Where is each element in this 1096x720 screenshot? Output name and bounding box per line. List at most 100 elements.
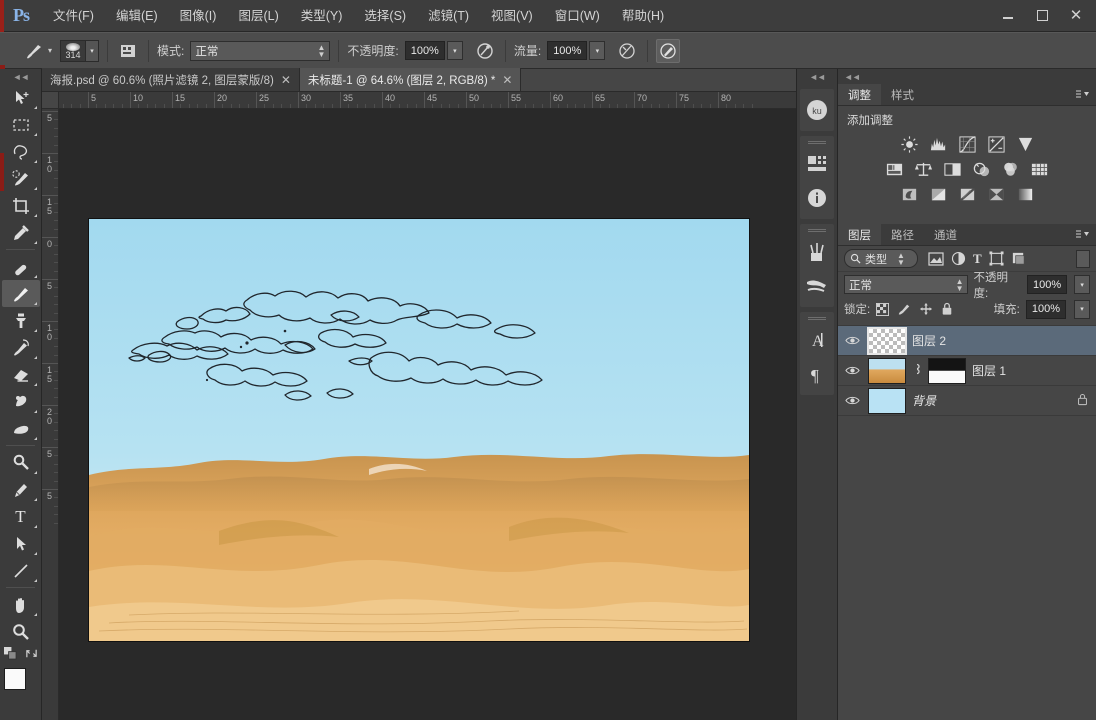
airbrush-icon[interactable] [615, 39, 639, 63]
brush-size-chevron-icon[interactable]: ▾ [86, 39, 100, 62]
artboard[interactable] [89, 219, 749, 641]
tab-adjustments[interactable]: 调整 [838, 84, 881, 105]
opacity-pressure-icon[interactable] [473, 39, 497, 63]
menu-layer[interactable]: 图层(L) [227, 0, 289, 32]
tool-path-selection[interactable] [2, 530, 40, 557]
document-tab-poster[interactable]: 海报.psd @ 60.6% (照片滤镜 2, 图层蒙版/8) ✕ [42, 68, 300, 91]
tool-move[interactable] [2, 84, 40, 111]
layer-mask-thumbnail[interactable] [928, 357, 966, 384]
color-balance-icon[interactable] [911, 158, 937, 180]
posterize-icon[interactable] [925, 183, 951, 205]
filter-shape-icon[interactable] [989, 251, 1004, 266]
lock-all-icon[interactable] [941, 302, 953, 316]
tool-presets-icon[interactable] [800, 270, 834, 302]
character-panel-icon[interactable]: A [800, 324, 834, 356]
info-icon[interactable] [800, 182, 834, 214]
mini-bridge-icon[interactable] [800, 148, 834, 180]
horizontal-ruler[interactable]: 05101520253035404550556065707580 [42, 92, 796, 109]
menu-view[interactable]: 视图(V) [480, 0, 544, 32]
menu-help[interactable]: 帮助(H) [611, 0, 675, 32]
menu-file[interactable]: 文件(F) [42, 0, 105, 32]
opacity-input[interactable]: 100% [404, 41, 445, 60]
tool-type[interactable]: T [2, 503, 40, 530]
layer-mask-link-icon[interactable] [912, 362, 922, 379]
tool-eraser[interactable] [2, 361, 40, 388]
menu-filter[interactable]: 滤镜(T) [417, 0, 480, 32]
layer-thumbnail[interactable] [867, 326, 907, 355]
layer-row-1[interactable]: 图层 1 [838, 356, 1096, 386]
vertical-ruler[interactable]: 5 10 15 0 5 10 15 20 5 5 [42, 109, 59, 720]
right-dock-collapse-bar[interactable]: ◄◄ [838, 69, 1096, 84]
tablet-pressure-size-icon[interactable] [656, 38, 681, 63]
filter-pixel-icon[interactable] [928, 251, 944, 266]
gradient-map-icon[interactable] [1012, 183, 1038, 205]
default-colors-icon[interactable] [3, 647, 17, 660]
lock-transparent-pixels-icon[interactable] [876, 302, 890, 316]
tool-lasso[interactable] [2, 138, 40, 165]
tool-blur[interactable] [2, 415, 40, 442]
layer-blend-mode-select[interactable]: 正常 ▲ ▼ [844, 275, 969, 294]
layer-fill-input[interactable]: 100% [1025, 299, 1066, 319]
tool-clone-stamp[interactable] [2, 307, 40, 334]
vibrance-icon[interactable] [1012, 133, 1038, 155]
close-button[interactable]: ✕ [1060, 4, 1092, 26]
lock-position-icon[interactable] [919, 302, 933, 316]
foreground-color-swatch[interactable] [3, 668, 26, 690]
lock-image-pixels-icon[interactable] [897, 302, 911, 316]
tool-quick-selection[interactable] [2, 165, 40, 192]
curves-icon[interactable] [954, 133, 980, 155]
tool-rectangular-marquee[interactable] [2, 111, 40, 138]
layer-row-2[interactable]: 图层 2 [838, 326, 1096, 356]
ruler-corner[interactable] [42, 92, 59, 109]
minimize-button[interactable] [992, 4, 1024, 26]
document-tab-untitled[interactable]: 未标题-1 @ 64.6% (图层 2, RGB/8) * ✕ [299, 68, 522, 91]
tool-history-brush[interactable] [2, 334, 40, 361]
channel-mixer-icon[interactable] [998, 158, 1024, 180]
layer-visibility-toggle[interactable] [842, 395, 862, 406]
tool-pen[interactable] [2, 476, 40, 503]
tool-dodge[interactable] [2, 449, 40, 476]
layer-visibility-toggle[interactable] [842, 335, 862, 346]
tab-layers[interactable]: 图层 [838, 224, 881, 245]
swap-colors-icon[interactable] [25, 647, 38, 660]
exposure-icon[interactable] [983, 133, 1009, 155]
layer-row-background[interactable]: 背景 [838, 386, 1096, 416]
close-icon[interactable]: ✕ [502, 73, 512, 87]
brush-preview[interactable]: 314 [60, 39, 87, 62]
tool-zoom[interactable] [2, 618, 40, 645]
tab-channels[interactable]: 通道 [924, 224, 967, 245]
menu-edit[interactable]: 编辑(E) [105, 0, 169, 32]
brush-preset-chevron-icon[interactable]: ▾ [48, 46, 52, 55]
canvas-area[interactable] [59, 109, 796, 720]
opacity-chevron-icon[interactable]: ▾ [446, 41, 463, 60]
panel-menu-icon[interactable] [1076, 89, 1090, 99]
threshold-icon[interactable] [954, 183, 980, 205]
tool-eyedropper[interactable] [2, 219, 40, 246]
brush-tool-icon[interactable] [22, 39, 46, 63]
invert-icon[interactable] [896, 183, 922, 205]
layer-visibility-toggle[interactable] [842, 365, 862, 376]
paragraph-panel-icon[interactable]: ¶ [800, 358, 834, 390]
photo-filter-icon[interactable] [969, 158, 995, 180]
tool-line[interactable] [2, 557, 40, 584]
toolbar-collapse-icon[interactable]: ◄◄ [0, 69, 41, 84]
levels-icon[interactable] [925, 133, 951, 155]
cloud-outline-path[interactable] [89, 219, 749, 641]
menu-window[interactable]: 窗口(W) [544, 0, 611, 32]
hue-saturation-icon[interactable] [882, 158, 908, 180]
panel-menu-icon[interactable] [1076, 229, 1090, 239]
tool-crop[interactable] [2, 192, 40, 219]
dock-collapse-icon[interactable]: ◄◄ [797, 69, 837, 84]
filter-adjustment-icon[interactable] [951, 251, 966, 266]
tab-paths[interactable]: 路径 [881, 224, 924, 245]
color-lookup-icon[interactable] [1027, 158, 1053, 180]
filter-type-icon[interactable]: T [973, 251, 982, 267]
color-swatches[interactable] [2, 664, 40, 704]
black-white-icon[interactable] [940, 158, 966, 180]
brightness-contrast-icon[interactable] [896, 133, 922, 155]
menu-select[interactable]: 选择(S) [353, 0, 417, 32]
layer-thumbnail[interactable] [868, 357, 906, 384]
flow-chevron-icon[interactable]: ▾ [589, 41, 606, 60]
layer-filter-kind-select[interactable]: 类型 ▲ ▼ [844, 249, 918, 268]
layer-opacity-chevron-icon[interactable]: ▾ [1074, 275, 1090, 294]
